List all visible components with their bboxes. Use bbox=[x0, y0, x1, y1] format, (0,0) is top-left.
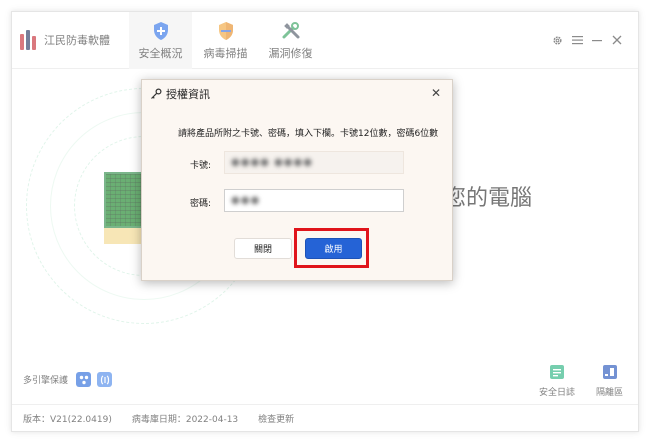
close-button[interactable]: 關閉 bbox=[234, 238, 292, 259]
password-value: ●●● bbox=[231, 195, 261, 206]
license-dialog: 授權資訊 ✕ 請將產品所附之卡號、密碼，填入下欄。卡號12位數，密碼6位數 卡號… bbox=[141, 79, 453, 281]
dialog-instruction: 請將產品所附之卡號、密碼，填入下欄。卡號12位數，密碼6位數 bbox=[178, 129, 439, 139]
card-number-label: 卡號: bbox=[190, 161, 212, 171]
password-field[interactable]: ●●● bbox=[224, 189, 404, 212]
dialog-header: 授權資訊 bbox=[142, 80, 452, 107]
highlight-box bbox=[294, 228, 369, 268]
dialog-title: 授權資訊 bbox=[166, 87, 210, 101]
card-number-value: ●●●● ●●●● bbox=[231, 157, 313, 168]
close-icon[interactable]: ✕ bbox=[430, 87, 442, 99]
card-number-field[interactable]: ●●●● ●●●● bbox=[224, 151, 404, 174]
key-icon bbox=[151, 87, 162, 99]
password-label: 密碼: bbox=[190, 199, 212, 209]
